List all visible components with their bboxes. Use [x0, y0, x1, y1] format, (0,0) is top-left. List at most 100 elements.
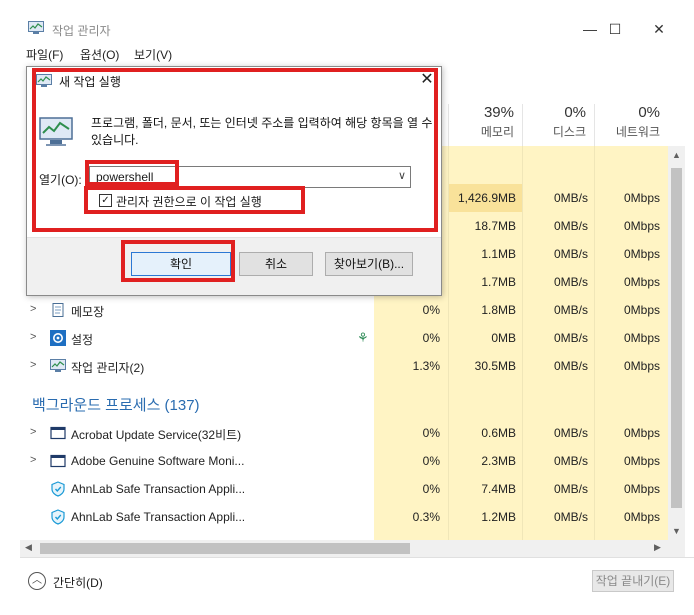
menu-options[interactable]: 옵션(O)	[80, 46, 119, 63]
process-name: AhnLab Safe Transaction Appli...	[71, 510, 246, 524]
memory-percent: 39%	[483, 104, 514, 121]
network-cell: 0Mbps	[623, 191, 660, 205]
annotation-ok-box	[121, 240, 235, 282]
scroll-left-arrow-icon[interactable]: ◀	[25, 542, 32, 553]
table-row[interactable]: > 메모장 0% 1.8MB 0MB/s 0Mbps	[20, 296, 668, 324]
footer-divider	[20, 557, 694, 558]
table-row[interactable]: > Acrobat Update Service(32비트) 0% 0.6MB …	[20, 419, 668, 447]
process-name: 작업 관리자(2)	[71, 361, 145, 375]
cpu-cell: 0%	[422, 331, 440, 345]
network-cell: 0Mbps	[623, 482, 660, 496]
memory-cell: 30.5MB	[474, 359, 516, 373]
network-cell: 0Mbps	[623, 454, 660, 468]
disk-cell: 0MB/s	[553, 219, 588, 233]
window-title: 작업 관리자	[52, 24, 111, 38]
disk-percent: 0%	[564, 104, 586, 121]
annotation-checkbox-box	[84, 186, 305, 214]
chevron-up-icon: ︿	[28, 572, 46, 590]
scroll-right-arrow-icon[interactable]: ▶	[654, 542, 661, 553]
scrollbar-corner	[668, 540, 685, 557]
disk-cell: 0MB/s	[553, 331, 588, 345]
fewer-details-label: 간단히(D)	[53, 576, 103, 590]
network-cell: 0Mbps	[623, 359, 660, 373]
cpu-cell: 0%	[422, 426, 440, 440]
memory-cell: 2.3MB	[481, 454, 516, 468]
disk-cell: 0MB/s	[553, 454, 588, 468]
leaf-suspended-icon: ⚘	[357, 330, 369, 345]
process-name: AhnLab Safe Transaction Appli...	[71, 482, 246, 496]
table-row[interactable]: AhnLab Safe Transaction Appli... 0.3% 1.…	[20, 503, 668, 531]
horizontal-scroll-thumb[interactable]	[40, 543, 410, 554]
network-percent: 0%	[638, 104, 660, 121]
network-label: 네트워크	[615, 125, 660, 139]
settings-gear-icon	[50, 330, 66, 346]
column-disk[interactable]: 0% 디스크	[522, 104, 594, 146]
disk-cell: 0MB/s	[553, 303, 588, 317]
vertical-scroll-thumb[interactable]	[671, 168, 682, 508]
menu-bar: 파일(F) 옵션(O) 보기(V)	[20, 44, 694, 64]
menu-view[interactable]: 보기(V)	[134, 46, 172, 63]
disk-cell: 0MB/s	[553, 359, 588, 373]
memory-cell: 1.1MB	[481, 247, 516, 261]
menu-file[interactable]: 파일(F)	[26, 46, 63, 63]
table-row[interactable]: > Adobe Genuine Software Moni... 0% 2.3M…	[20, 447, 668, 475]
memory-label: 메모리	[480, 125, 514, 139]
chevron-right-icon[interactable]: >	[30, 331, 36, 343]
process-name: 메모장	[71, 305, 105, 319]
annotation-input-box	[85, 160, 179, 186]
vertical-scrollbar[interactable]: ▲ ▼	[668, 146, 685, 540]
network-cell: 0Mbps	[623, 275, 660, 289]
notepad-icon	[52, 303, 64, 317]
table-row[interactable]: > 작업 관리자(2) 1.3% 30.5MB 0MB/s 0Mbps	[20, 352, 668, 380]
memory-cell: 0.6MB	[481, 426, 516, 440]
process-name: Adobe Genuine Software Moni...	[71, 454, 245, 468]
memory-cell: 7.4MB	[481, 482, 516, 496]
ahnlab-shield-icon	[51, 509, 65, 525]
cpu-cell: 0%	[422, 454, 440, 468]
table-row[interactable]: AhnLab Safe Transaction Appli... 0% 7.4M…	[20, 475, 668, 503]
scroll-down-arrow-icon[interactable]: ▼	[672, 526, 681, 536]
disk-cell: 0MB/s	[553, 482, 588, 496]
background-processes-header: 백그라운드 프로세스 (137)	[32, 397, 200, 414]
column-network[interactable]: 0% 네트워크	[594, 104, 668, 146]
disk-cell: 0MB/s	[553, 426, 588, 440]
network-cell: 0Mbps	[623, 331, 660, 345]
cpu-cell: 0.3%	[412, 510, 440, 524]
cpu-cell: 0%	[422, 303, 440, 317]
ahnlab-shield-icon	[51, 481, 65, 497]
network-cell: 0Mbps	[623, 219, 660, 233]
disk-cell: 0MB/s	[553, 510, 588, 524]
process-name: Acrobat Update Service(32비트)	[71, 428, 242, 442]
end-task-button[interactable]: 작업 끝내기(E)	[592, 570, 674, 592]
scroll-up-arrow-icon[interactable]: ▲	[672, 150, 681, 160]
cancel-button[interactable]: 취소	[239, 252, 313, 276]
task-manager-icon	[50, 359, 66, 372]
disk-label: 디스크	[552, 125, 586, 139]
table-row[interactable]: > 설정 ⚘ 0% 0MB 0MB/s 0Mbps	[20, 324, 668, 352]
cpu-cell: 0%	[422, 482, 440, 496]
chevron-right-icon[interactable]: >	[30, 303, 36, 315]
chevron-right-icon[interactable]: >	[30, 454, 36, 466]
network-cell: 0Mbps	[623, 426, 660, 440]
disk-cell: 0MB/s	[553, 275, 588, 289]
process-name: 설정	[71, 333, 94, 347]
disk-cell: 0MB/s	[553, 191, 588, 205]
browse-button[interactable]: 찾아보기(B)...	[325, 252, 413, 276]
memory-cell: 0MB	[491, 331, 516, 345]
network-cell: 0Mbps	[623, 247, 660, 261]
network-cell: 0Mbps	[623, 303, 660, 317]
maximize-button[interactable]: ☐	[600, 18, 630, 40]
chevron-right-icon[interactable]: >	[30, 426, 36, 438]
chevron-right-icon[interactable]: >	[30, 359, 36, 371]
cpu-cell: 1.3%	[412, 359, 440, 373]
title-bar: 작업 관리자 — ☐ ✕	[20, 14, 694, 44]
memory-cell: 1.7MB	[481, 275, 516, 289]
horizontal-scrollbar[interactable]: ◀ ▶	[20, 540, 668, 557]
network-cell: 0Mbps	[623, 510, 660, 524]
memory-cell: 18.7MB	[474, 219, 516, 233]
window-app-icon	[50, 454, 66, 468]
window-app-icon	[50, 426, 66, 440]
column-memory[interactable]: 39% 메모리	[448, 104, 522, 146]
memory-cell: 1,426.9MB	[457, 191, 516, 205]
close-button[interactable]: ✕	[644, 18, 674, 40]
